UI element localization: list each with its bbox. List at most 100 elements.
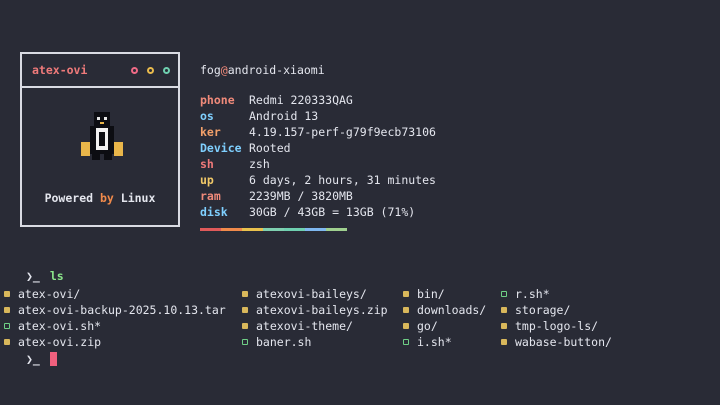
text-cursor[interactable] (49, 352, 57, 366)
ls-entry[interactable]: bin/ (403, 286, 486, 302)
ls-column: r.sh* storage/tmp-logo-ls/wabase-button/ (501, 286, 612, 350)
info-value: Redmi 220333QAG (249, 93, 353, 107)
info-row-disk: disk 30GB / 43GB = 13GB (71%) (200, 204, 436, 220)
info-key: up (200, 173, 214, 187)
info-key: os (200, 109, 214, 123)
info-value: 4.19.157-perf-g79f9ecb73106 (249, 125, 436, 139)
info-key: disk (200, 205, 228, 219)
ls-entry[interactable]: baner.sh (242, 334, 388, 350)
logo-panel: atex-ovi Powered by Linux (20, 52, 180, 227)
ls-entry-name: go/ (417, 319, 438, 333)
ls-entry[interactable]: atex-ovi.sh* (4, 318, 226, 334)
info-key: phone (200, 93, 235, 107)
ls-entry[interactable]: downloads/ (403, 302, 486, 318)
folder-icon (403, 291, 409, 297)
window-dots (131, 66, 170, 74)
prompt-symbol: ❯_ (26, 352, 40, 366)
folder-icon (4, 307, 10, 313)
info-row-up: up 6 days, 2 hours, 31 minutes (200, 172, 436, 188)
info-value: 30GB / 43GB = 13GB (71%) (249, 205, 416, 219)
ls-column: atex-ovi/atex-ovi-backup-2025.10.13.tar a… (4, 286, 226, 350)
info-key: ram (200, 189, 221, 203)
maximize-dot-icon (163, 66, 170, 74)
color-palette-bar (200, 228, 347, 231)
powered-suffix: Linux (120, 191, 156, 205)
ls-entry[interactable]: atex-ovi/ (4, 286, 226, 302)
system-info: fog@android-xiaomi phone Redmi 220333QAG o… (200, 62, 436, 231)
ls-column: bin/downloads/go/i.sh* (403, 286, 486, 350)
script-file-icon (403, 339, 409, 345)
command-prompt: ❯_ ls (0, 268, 720, 284)
ls-entry[interactable]: i.sh* (403, 334, 486, 350)
info-row-device: Device Rooted (200, 140, 436, 156)
input-prompt[interactable]: ❯_ (0, 351, 720, 367)
folder-icon (4, 291, 10, 297)
folder-icon (403, 323, 409, 329)
folder-icon (242, 307, 248, 313)
ls-entry[interactable]: go/ (403, 318, 486, 334)
powered-prefix: Powered (44, 191, 94, 205)
ls-entry[interactable]: atexovi-theme/ (242, 318, 388, 334)
prompt-symbol: ❯_ (26, 269, 40, 283)
info-rows: phone Redmi 220333QAG os Android 13 ker 4.19.… (200, 92, 436, 220)
info-value: zsh (249, 157, 270, 171)
palette-swatch (200, 228, 221, 231)
palette-swatch (242, 228, 263, 231)
ls-entry[interactable]: atexovi-baileys.zip (242, 302, 388, 318)
username: fog (200, 63, 221, 77)
ls-entry-name: i.sh* (417, 335, 452, 349)
ls-entry-name: r.sh* (515, 287, 550, 301)
ls-listing: atex-ovi/atex-ovi-backup-2025.10.13.tar a… (0, 286, 720, 350)
info-key: ker (200, 125, 221, 139)
ls-entry[interactable]: storage/ (501, 302, 612, 318)
command-text: ls (49, 269, 64, 283)
palette-swatch (284, 228, 305, 231)
powered-by: by (99, 191, 114, 205)
close-dot-icon (131, 66, 138, 74)
info-value: Rooted (249, 141, 291, 155)
at-sign: @ (220, 63, 228, 77)
ls-entry[interactable]: atex-ovi.zip (4, 334, 226, 350)
folder-icon (501, 323, 507, 329)
ls-entry-name: storage/ (515, 303, 571, 317)
info-row-sh: sh zsh (200, 156, 436, 172)
info-row-ker: ker 4.19.157-perf-g79f9ecb73106 (200, 124, 436, 140)
script-file-icon (501, 291, 507, 297)
powered-by-text: Powered by Linux (22, 191, 178, 205)
logo-panel-titlebar: atex-ovi (22, 54, 178, 88)
ls-entry[interactable]: atex-ovi-backup-2025.10.13.tar (4, 302, 226, 318)
ls-entry-name: atex-ovi/ (18, 287, 81, 301)
ls-entry-name: atexovi-baileys/ (256, 287, 367, 301)
ls-entry-name: atex-ovi.zip (18, 335, 102, 349)
palette-swatch (326, 228, 347, 231)
ls-entry[interactable]: r.sh* (501, 286, 612, 302)
ls-entry-name: downloads/ (417, 303, 487, 317)
info-key: sh (200, 157, 214, 171)
ls-entry-name: baner.sh (256, 335, 312, 349)
info-key: Device (200, 141, 242, 155)
palette-swatch (221, 228, 242, 231)
ls-entry[interactable]: wabase-button/ (501, 334, 612, 350)
palette-swatch (305, 228, 326, 231)
tux-penguin-icon (81, 112, 123, 160)
script-file-icon (4, 323, 10, 329)
folder-icon (501, 307, 507, 313)
ls-column: atexovi-baileys/atexovi-baileys.zip atexo… (242, 286, 388, 350)
info-row-os: os Android 13 (200, 108, 436, 124)
ls-entry-name: atexovi-baileys.zip (256, 303, 388, 317)
terminal-output[interactable]: ❯_ ls atex-ovi/atex-ovi-backup-2025.10.13… (0, 268, 720, 367)
info-value: 2239MB / 3820MB (249, 189, 353, 203)
palette-swatch (263, 228, 284, 231)
info-value: Android 13 (249, 109, 319, 123)
ls-entry[interactable]: atexovi-baileys/ (242, 286, 388, 302)
ls-entry-name: atex-ovi.sh* (18, 319, 102, 333)
ls-entry-name: atex-ovi-backup-2025.10.13.tar (18, 303, 226, 317)
info-value: 6 days, 2 hours, 31 minutes (249, 173, 436, 187)
folder-icon (242, 323, 248, 329)
ls-entry[interactable]: tmp-logo-ls/ (501, 318, 612, 334)
script-file-icon (242, 339, 248, 345)
user-host: fog@android-xiaomi (200, 62, 436, 78)
ls-entry-name: tmp-logo-ls/ (515, 319, 599, 333)
info-row-ram: ram 2239MB / 3820MB (200, 188, 436, 204)
hostname: android-xiaomi (227, 63, 325, 77)
